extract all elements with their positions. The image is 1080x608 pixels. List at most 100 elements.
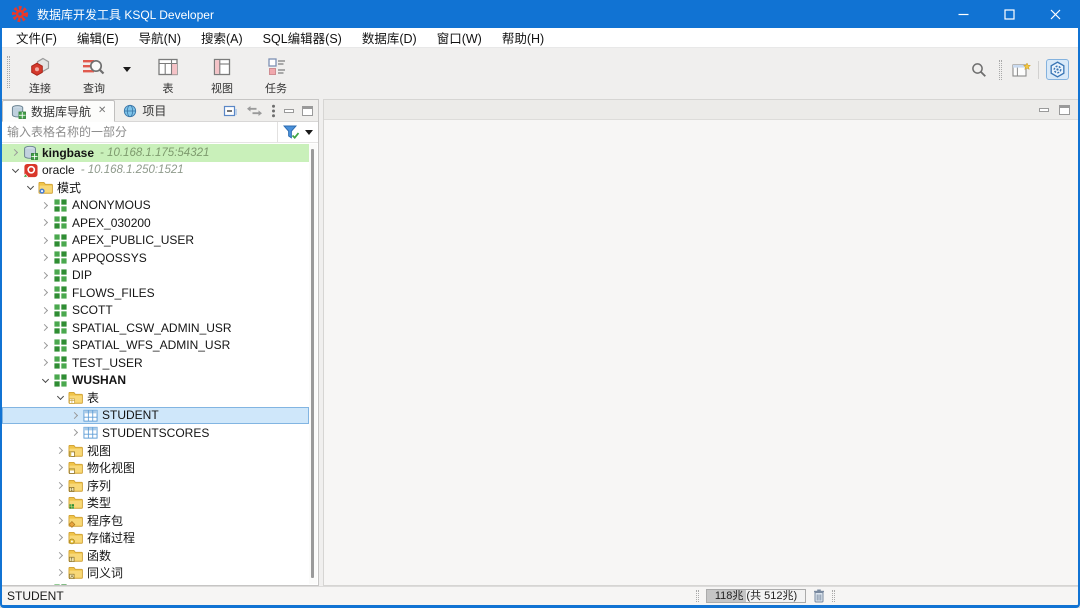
tree-row-kingbase[interactable]: kingbase- 10.168.1.175:54321 (2, 144, 309, 162)
menu-file[interactable]: 文件(F) (6, 28, 67, 47)
query-button[interactable]: 查询 (67, 53, 121, 96)
view-button[interactable]: 视图 (195, 53, 249, 96)
tree-row-视图[interactable]: 视图 (2, 442, 309, 460)
editor-minimize-icon[interactable] (1039, 108, 1049, 112)
expand-arrow-icon[interactable] (68, 430, 82, 435)
garbage-collect-icon[interactable] (813, 589, 825, 603)
maximize-button[interactable] (986, 0, 1032, 28)
close-icon (1050, 9, 1061, 20)
tree-row-类型[interactable]: 类型 (2, 494, 309, 512)
menu-database[interactable]: 数据库(D) (352, 28, 427, 47)
collapse-arrow-icon[interactable] (8, 169, 22, 172)
tree-row-appqossys[interactable]: APPQOSSYS (2, 249, 309, 267)
tree-row-xs-null[interactable]: XS$NULL (2, 582, 309, 586)
expand-arrow-icon[interactable] (53, 570, 67, 575)
minimize-button[interactable] (940, 0, 986, 28)
tree-node-label: ANONYMOUS (72, 198, 151, 212)
menu-sql-editor[interactable]: SQL编辑器(S) (253, 28, 352, 47)
tree-row-studentscores[interactable]: STUDENTSCORES (2, 424, 309, 442)
tree-row-物化视图[interactable]: 物化视图 (2, 459, 309, 477)
database-perspective-icon[interactable] (1046, 59, 1069, 80)
tree-row-apex-public-user[interactable]: APEX_PUBLIC_USER (2, 232, 309, 250)
tree-row-程序包[interactable]: 程序包 (2, 512, 309, 530)
tree-row-同义词[interactable]: A同义词 (2, 564, 309, 582)
editor-header (324, 100, 1078, 120)
schema-icon (53, 215, 68, 230)
expand-arrow-icon[interactable] (53, 448, 67, 453)
tree-row-spatial-wfs-admin-usr[interactable]: SPATIAL_WFS_ADMIN_USR (2, 337, 309, 355)
tree-row-序列[interactable]: 1序列 (2, 477, 309, 495)
tree-row-函数[interactable]: f函数 (2, 547, 309, 565)
expand-arrow-icon[interactable] (68, 413, 82, 418)
expand-arrow-icon[interactable] (53, 553, 67, 558)
menu-edit[interactable]: 编辑(E) (67, 28, 129, 47)
tree-row-oracle[interactable]: oracle- 10.168.1.250:1521 (2, 162, 309, 180)
expand-arrow-icon[interactable] (38, 360, 52, 365)
tab-projects[interactable]: 项目 (115, 100, 174, 121)
table-filter-input[interactable] (2, 124, 277, 140)
memory-gauge[interactable]: 118兆 (共 512兆) (706, 589, 806, 603)
minimize-panel-icon[interactable] (284, 109, 294, 113)
expand-arrow-icon[interactable] (38, 220, 52, 225)
tree-row-wushan[interactable]: WUSHAN (2, 372, 309, 390)
filter-funnel-icon[interactable] (283, 125, 300, 140)
tab-database-navigator[interactable]: 数据库导航✕ (2, 100, 115, 122)
expand-arrow-icon[interactable] (8, 150, 22, 155)
toolbar-drag-handle[interactable] (7, 56, 10, 88)
expand-arrow-icon[interactable] (38, 203, 52, 208)
tree-row-apex-030200[interactable]: APEX_030200 (2, 214, 309, 232)
query-button-dropdown-icon[interactable] (123, 67, 131, 76)
table-button[interactable]: 表 (141, 53, 195, 96)
collapse-all-icon[interactable] (223, 104, 238, 118)
link-editor-icon[interactable] (246, 105, 263, 117)
status-grip (696, 590, 699, 602)
tree-row-test-user[interactable]: TEST_USER (2, 354, 309, 372)
tree-node-label: SCOTT (72, 303, 113, 317)
expand-arrow-icon[interactable] (38, 238, 52, 243)
perspective-drag-handle[interactable] (999, 60, 1002, 80)
close-tab-icon[interactable]: ✕ (98, 106, 106, 116)
tree-row-存储过程[interactable]: 存储过程 (2, 529, 309, 547)
tree-row-scott[interactable]: SCOTT (2, 302, 309, 320)
expand-arrow-icon[interactable] (53, 483, 67, 488)
expand-arrow-icon[interactable] (38, 343, 52, 348)
tree-row-dip[interactable]: DIP (2, 267, 309, 285)
expand-arrow-icon[interactable] (38, 255, 52, 260)
tree-row-模式[interactable]: 模式 (2, 179, 309, 197)
search-icon[interactable] (971, 62, 987, 78)
tree-row-表[interactable]: 表 (2, 389, 309, 407)
tree-scrollbar[interactable] (309, 144, 317, 584)
tree-row-anonymous[interactable]: ANONYMOUS (2, 197, 309, 215)
navigator-tabs: 数据库导航✕项目 (2, 100, 174, 121)
expand-arrow-icon[interactable] (53, 465, 67, 470)
menu-search[interactable]: 搜索(A) (191, 28, 253, 47)
open-perspective-icon[interactable] (1012, 62, 1031, 78)
maximize-panel-icon[interactable] (302, 106, 313, 116)
main-toolbar: 连接查询表视图任务 (2, 48, 1078, 95)
collapse-arrow-icon[interactable] (53, 396, 67, 399)
menu-window[interactable]: 窗口(W) (427, 28, 492, 47)
menu-help[interactable]: 帮助(H) (492, 28, 554, 47)
expand-arrow-icon[interactable] (53, 500, 67, 505)
expand-arrow-icon[interactable] (38, 308, 52, 313)
task-button[interactable]: 任务 (249, 53, 303, 96)
editor-maximize-icon[interactable] (1059, 105, 1070, 115)
collapse-arrow-icon[interactable] (23, 186, 37, 189)
expand-arrow-icon[interactable] (53, 518, 67, 523)
close-button[interactable] (1032, 0, 1078, 28)
tree-scrollbar-thumb[interactable] (311, 149, 314, 578)
collapse-arrow-icon[interactable] (38, 379, 52, 382)
view-menu-icon[interactable] (271, 104, 276, 118)
tree-row-student[interactable]: STUDENT (2, 407, 309, 425)
expand-arrow-icon[interactable] (38, 325, 52, 330)
connect-button[interactable]: 连接 (13, 53, 67, 96)
expand-arrow-icon[interactable] (38, 273, 52, 278)
tree-node-label: SPATIAL_WFS_ADMIN_USR (72, 338, 230, 352)
tree-node-label: 模式 (57, 179, 81, 196)
expand-arrow-icon[interactable] (53, 535, 67, 540)
tree-row-flows-files[interactable]: FLOWS_FILES (2, 284, 309, 302)
expand-arrow-icon[interactable] (38, 290, 52, 295)
filter-dropdown-icon[interactable] (305, 130, 313, 139)
menu-navigate[interactable]: 导航(N) (129, 28, 191, 47)
tree-row-spatial-csw-admin-usr[interactable]: SPATIAL_CSW_ADMIN_USR (2, 319, 309, 337)
